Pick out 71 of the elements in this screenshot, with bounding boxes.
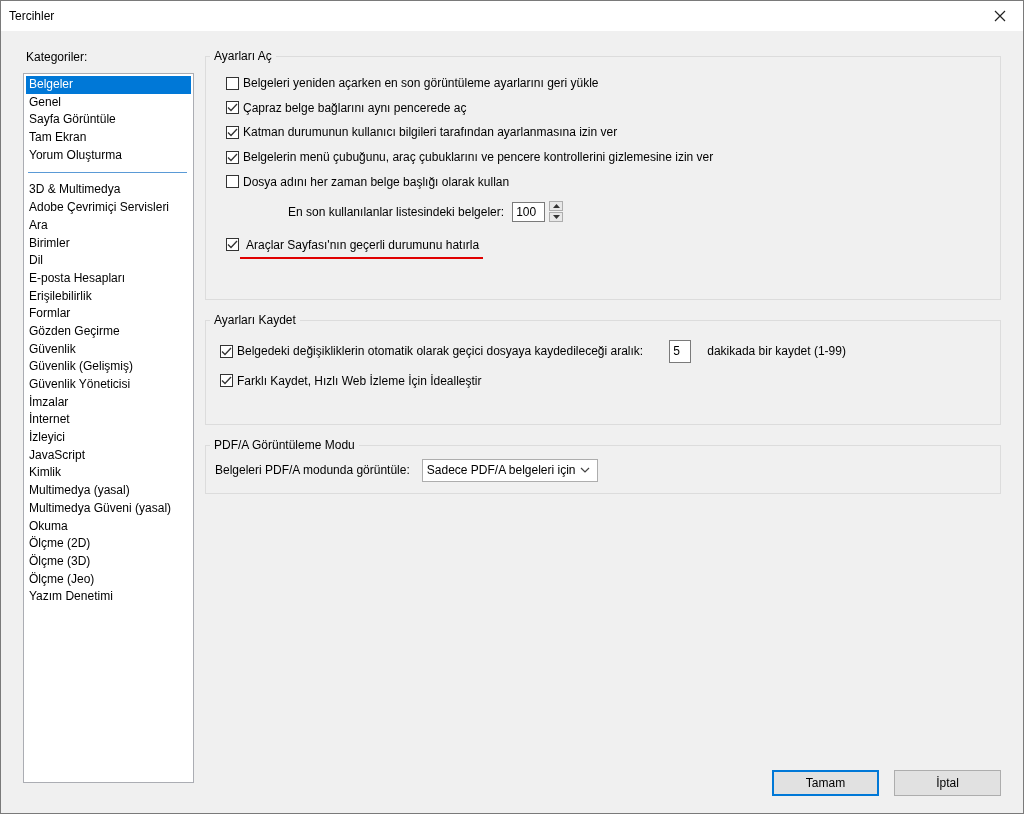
category-item[interactable]: Adobe Çevrimiçi Servisleri (26, 199, 191, 217)
spin-down-button[interactable] (549, 212, 564, 223)
field-label: En son kullanılanlar listesindeki belgeler: (288, 204, 505, 219)
category-item[interactable]: Gözden Geçirme (26, 322, 191, 341)
down-arrow-icon (552, 215, 560, 220)
category-item[interactable]: Yorum Oluşturma (26, 146, 191, 165)
checkbox-label: Belgeleri yeniden açarken en son görüntüleme ayarlarını geri yükle (243, 76, 599, 91)
category-item[interactable]: Okuma (26, 517, 191, 536)
category-item[interactable]: Belgeler (26, 76, 191, 94)
field-suffix: dakikada bir kaydet (1-99) (707, 344, 846, 359)
up-arrow-icon (552, 204, 560, 209)
checkbox-label: Farklı Kaydet, Hızlı Web İzleme İçin İdealleştir (237, 373, 482, 388)
checkbox[interactable] (220, 374, 233, 388)
category-item[interactable]: Güvenlik (26, 340, 191, 359)
checkbox-label: Çapraz belge bağlarını aynı pencerede aç (243, 100, 467, 115)
checkbox-label: Belgelerin menü çubuğunu, araç çubuklarını ve pencere kontrollerini gizlemesine izin ver (243, 150, 714, 165)
category-item[interactable]: Yazım Denetimi (26, 588, 191, 606)
category-item[interactable]: Ölçme (Jeo) (26, 570, 191, 589)
group-title: Ayarları Kaydet (210, 313, 300, 327)
checkbox[interactable] (226, 126, 239, 139)
checkbox-label: Dosya adını her zaman belge başlığı olarak kullan (243, 174, 510, 189)
category-item[interactable]: Ara (26, 216, 191, 235)
category-item[interactable]: İzleyici (26, 429, 191, 447)
category-item[interactable]: Güvenlik Yöneticisi (26, 376, 191, 394)
category-item[interactable]: Multimedya (yasal) (26, 482, 191, 500)
category-item[interactable]: Sayfa Görüntüle (26, 111, 191, 130)
category-item[interactable]: Kimlik (26, 464, 191, 483)
checkbox[interactable] (226, 150, 239, 164)
category-item[interactable]: Dil (26, 252, 191, 270)
category-item[interactable]: Ölçme (2D) (26, 535, 191, 553)
checkbox[interactable] (226, 101, 239, 115)
checkbox-label: Araçlar Sayfası'nın geçerli durumunu hatırla (240, 237, 484, 259)
category-item[interactable]: Güvenlik (Gelişmiş) (26, 358, 191, 376)
category-item[interactable]: Ölçme (3D) (26, 552, 191, 571)
interval-field[interactable]: 5 (669, 339, 692, 363)
checkbox-label: Belgedeki değişikliklerin otomatik olarak geçici dosyaya kaydedileceği aralık: (237, 344, 644, 359)
dialog-button[interactable]: İptal (894, 770, 1001, 796)
category-item[interactable]: E-posta Hesapları (26, 269, 191, 288)
checkbox-label: Katman durumunun kullanıcı bilgileri tarafından ayarlanmasına izin ver (243, 125, 618, 140)
checkbox[interactable] (226, 76, 239, 90)
checkmark-icon (221, 376, 232, 386)
checkmark-icon (221, 346, 232, 356)
checkmark-icon (227, 239, 238, 249)
category-item[interactable]: İnternet (26, 411, 191, 430)
dialog-button[interactable]: Tamam (772, 770, 879, 796)
field-label: Belgeleri PDF/A modunda görüntüle: (215, 463, 410, 478)
dropdown[interactable]: Sadece PDF/A belgeleri için (421, 458, 598, 482)
category-item[interactable]: Genel (26, 93, 191, 112)
checkbox[interactable] (220, 344, 233, 358)
category-item[interactable]: Multimedya Güveni (yasal) (26, 499, 191, 518)
group-title: Ayarları Aç (210, 49, 276, 63)
list-label: Kategoriler: (25, 49, 89, 66)
category-item[interactable]: 3D & Multimedya (26, 181, 191, 200)
checkmark-icon (227, 152, 238, 162)
close-icon (994, 10, 1006, 22)
category-item[interactable]: İmzalar (26, 393, 191, 412)
dropdown-value: Sadece PDF/A belgeleri için (426, 463, 576, 478)
checkmark-icon (227, 103, 238, 113)
window-title: Tercihler (9, 9, 55, 23)
category-item[interactable]: Formlar (26, 305, 191, 323)
chevron-down-icon (579, 467, 590, 474)
checkmark-icon (227, 128, 238, 137)
checkbox[interactable] (226, 237, 239, 251)
category-item[interactable]: JavaScript (26, 446, 191, 465)
category-item[interactable]: Tam Ekran (26, 129, 191, 147)
number-field[interactable]: 100 (512, 201, 546, 222)
spin-up-button[interactable] (549, 201, 564, 212)
category-item[interactable]: Birimler (26, 234, 191, 253)
category-item[interactable]: Erişilebilirlik (26, 287, 191, 306)
checkbox[interactable] (226, 175, 239, 189)
group-title: PDF/A Görüntüleme Modu (210, 438, 359, 452)
